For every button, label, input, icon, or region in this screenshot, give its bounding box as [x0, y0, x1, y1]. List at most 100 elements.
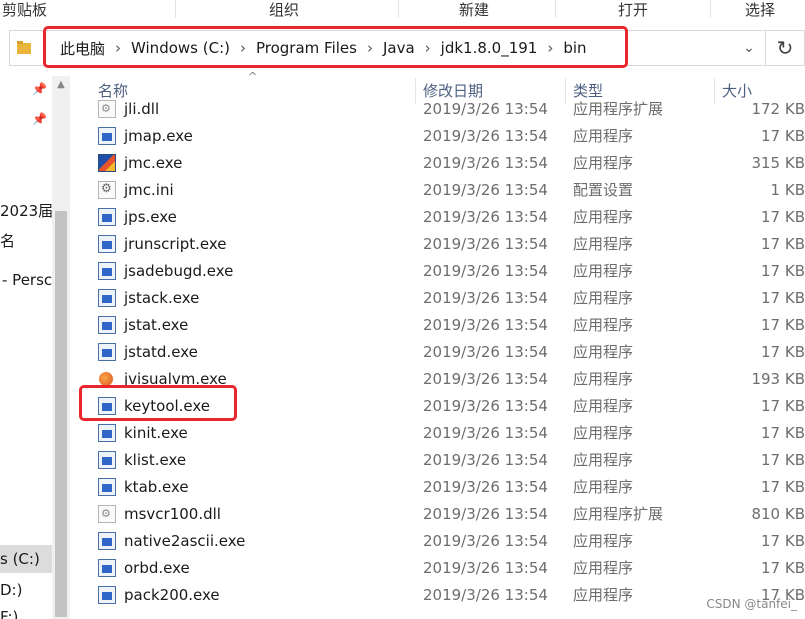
ribbon-group-new: 新建 — [459, 1, 490, 19]
application-icon — [98, 343, 116, 361]
file-row[interactable]: kinit.exe 2019/3/26 13:54 应用程序 17 KB — [70, 420, 805, 447]
ribbon-group-labels: 剪贴板 组织 新建 打开 选择 — [0, 0, 805, 20]
file-type: 应用程序扩展 — [573, 100, 664, 118]
file-type: 应用程序 — [573, 559, 634, 577]
file-size: 17 KB — [761, 289, 805, 307]
ribbon-divider — [175, 0, 176, 18]
file-row[interactable]: klist.exe 2019/3/26 13:54 应用程序 17 KB — [70, 447, 805, 474]
file-name: jps.exe — [124, 208, 177, 226]
application-icon — [98, 127, 116, 145]
file-type: 应用程序扩展 — [573, 505, 664, 523]
pin-icon[interactable]: 📌 — [32, 82, 47, 96]
file-row[interactable]: pack200.exe 2019/3/26 13:54 应用程序 17 KB — [70, 582, 805, 609]
file-name: jmap.exe — [124, 127, 193, 145]
nav-item-name[interactable]: 名 — [0, 230, 15, 251]
nav-item-personal[interactable]: - Persc — [2, 271, 52, 289]
file-name: msvcr100.dll — [124, 505, 221, 523]
file-date: 2019/3/26 13:54 — [423, 424, 548, 442]
nav-item-drive-d[interactable]: D:) — [0, 581, 22, 599]
config-file-icon — [98, 181, 116, 199]
file-type: 应用程序 — [573, 586, 634, 604]
file-size: 17 KB — [761, 208, 805, 226]
ribbon-group-select: 选择 — [745, 1, 776, 19]
refresh-button[interactable]: ↻ — [766, 30, 805, 66]
address-highlight-box — [43, 26, 628, 68]
file-row[interactable]: jli.dll 2019/3/26 13:54 应用程序扩展 172 KB — [70, 97, 805, 123]
file-size: 193 KB — [751, 370, 805, 388]
file-name: klist.exe — [124, 451, 187, 469]
file-name: jmc.exe — [124, 154, 183, 172]
keytool-highlight-box — [79, 385, 237, 421]
file-size: 17 KB — [761, 559, 805, 577]
file-type: 应用程序 — [573, 154, 634, 172]
file-row[interactable]: jmc.ini 2019/3/26 13:54 配置设置 1 KB — [70, 177, 805, 204]
file-date: 2019/3/26 13:54 — [423, 397, 548, 415]
application-icon — [98, 586, 116, 604]
file-row[interactable]: jrunscript.exe 2019/3/26 13:54 应用程序 17 KB — [70, 231, 805, 258]
watermark: CSDN @tanfei_ — [706, 597, 797, 611]
application-icon — [98, 559, 116, 577]
file-row[interactable]: ktab.exe 2019/3/26 13:54 应用程序 17 KB — [70, 474, 805, 501]
ribbon-group-organize: 组织 — [269, 1, 300, 19]
file-size: 17 KB — [761, 397, 805, 415]
file-type: 应用程序 — [573, 370, 634, 388]
ribbon-divider — [398, 0, 399, 18]
scrollbar-thumb[interactable] — [55, 211, 67, 617]
file-row[interactable]: jps.exe 2019/3/26 13:54 应用程序 17 KB — [70, 204, 805, 231]
application-icon — [98, 424, 116, 442]
file-type: 应用程序 — [573, 397, 634, 415]
file-size: 17 KB — [761, 343, 805, 361]
chevron-up-icon[interactable]: ▲ — [52, 76, 70, 94]
folder-icon — [17, 41, 31, 54]
file-name: jli.dll — [124, 100, 160, 118]
file-row[interactable]: jstatd.exe 2019/3/26 13:54 应用程序 17 KB — [70, 339, 805, 366]
file-type: 应用程序 — [573, 424, 634, 442]
file-row[interactable]: jstat.exe 2019/3/26 13:54 应用程序 17 KB — [70, 312, 805, 339]
file-date: 2019/3/26 13:54 — [423, 127, 548, 145]
file-name: ktab.exe — [124, 478, 189, 496]
nav-item-2023[interactable]: 2023届 — [0, 200, 52, 221]
pin-icon[interactable]: 📌 — [32, 112, 47, 126]
file-name: jrunscript.exe — [124, 235, 227, 253]
file-row[interactable]: msvcr100.dll 2019/3/26 13:54 应用程序扩展 810 KB — [70, 501, 805, 528]
file-name: orbd.exe — [124, 559, 190, 577]
file-date: 2019/3/26 13:54 — [423, 343, 548, 361]
application-icon — [98, 208, 116, 226]
file-row[interactable]: jmap.exe 2019/3/26 13:54 应用程序 17 KB — [70, 123, 805, 150]
file-name: pack200.exe — [124, 586, 220, 604]
file-size: 17 KB — [761, 127, 805, 145]
file-date: 2019/3/26 13:54 — [423, 289, 548, 307]
file-size: 17 KB — [761, 451, 805, 469]
ribbon-group-open: 打开 — [618, 1, 649, 19]
file-row[interactable]: native2ascii.exe 2019/3/26 13:54 应用程序 17 KB — [70, 528, 805, 555]
file-size: 17 KB — [761, 235, 805, 253]
nav-item-drive-c[interactable]: s (C:) — [0, 550, 40, 568]
file-size: 17 KB — [761, 316, 805, 334]
file-date: 2019/3/26 13:54 — [423, 532, 548, 550]
file-type: 应用程序 — [573, 532, 634, 550]
application-icon — [98, 532, 116, 550]
nav-scrollbar[interactable]: ▲ — [52, 76, 70, 619]
file-row[interactable]: jmc.exe 2019/3/26 13:54 应用程序 315 KB — [70, 150, 805, 177]
application-icon — [98, 235, 116, 253]
file-date: 2019/3/26 13:54 — [423, 505, 548, 523]
chevron-down-icon[interactable]: ⌄ — [739, 31, 759, 65]
file-type: 应用程序 — [573, 343, 634, 361]
dll-file-icon — [98, 100, 116, 118]
file-name: native2ascii.exe — [124, 532, 246, 550]
file-row[interactable]: jstack.exe 2019/3/26 13:54 应用程序 17 KB — [70, 285, 805, 312]
file-row[interactable]: orbd.exe 2019/3/26 13:54 应用程序 17 KB — [70, 555, 805, 582]
file-date: 2019/3/26 13:54 — [423, 262, 548, 280]
file-row[interactable]: jsadebugd.exe 2019/3/26 13:54 应用程序 17 KB — [70, 258, 805, 285]
file-date: 2019/3/26 13:54 — [423, 451, 548, 469]
file-type: 应用程序 — [573, 316, 634, 334]
file-size: 17 KB — [761, 262, 805, 280]
nav-item-drive-f[interactable]: F:) — [0, 608, 18, 619]
file-size: 17 KB — [761, 424, 805, 442]
navigation-pane: 📌 📌 2023届 名 - Persc s (C:) D:) F:) — [0, 76, 52, 619]
file-name: jstatd.exe — [124, 343, 198, 361]
file-name: jmc.ini — [124, 181, 174, 199]
application-icon — [98, 478, 116, 496]
application-icon — [98, 316, 116, 334]
file-date: 2019/3/26 13:54 — [423, 370, 548, 388]
